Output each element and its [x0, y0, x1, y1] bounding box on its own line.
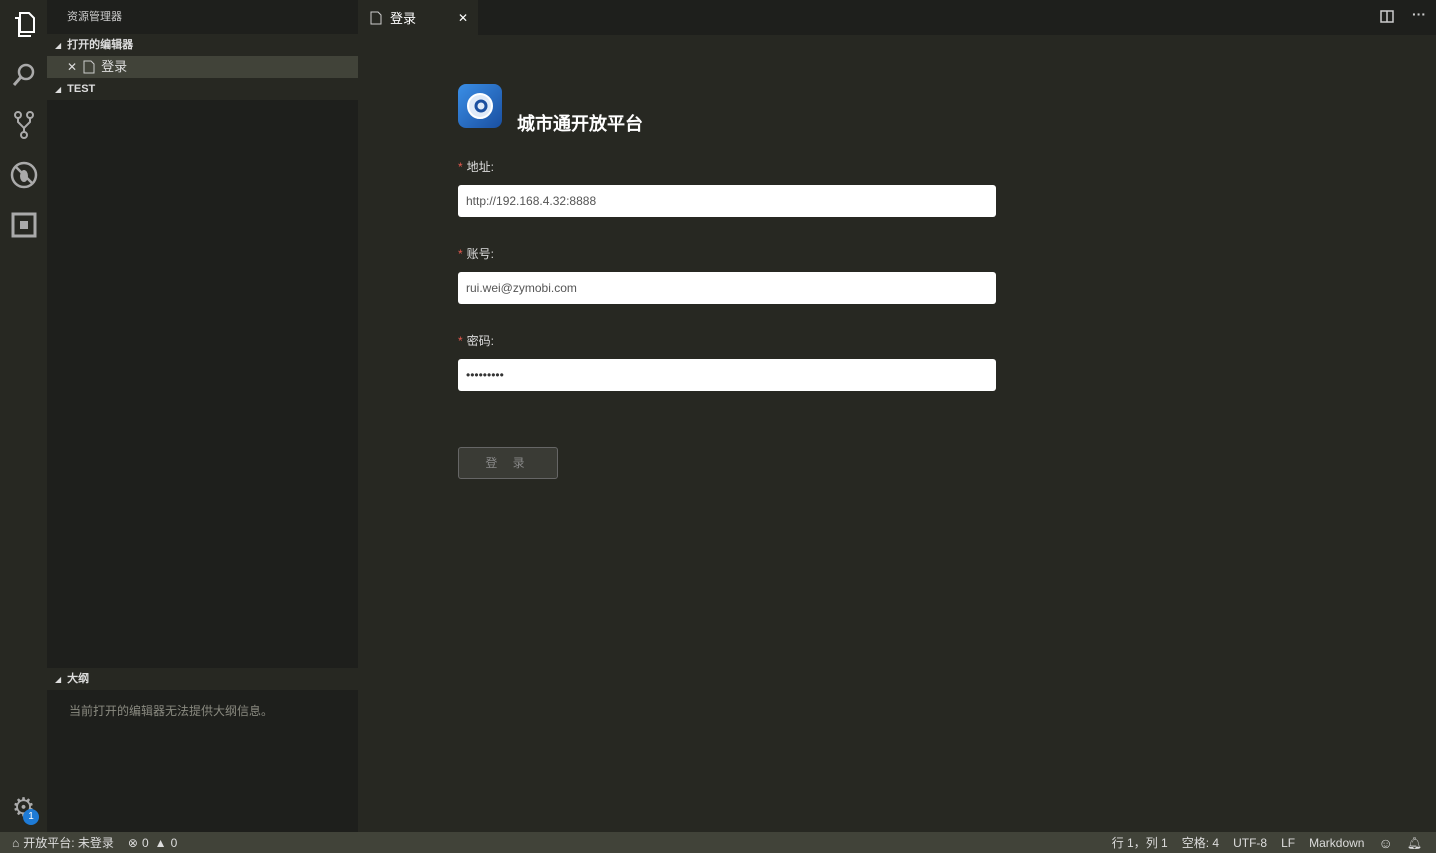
- password-label: 密码:: [466, 334, 495, 348]
- language-mode[interactable]: Markdown: [1309, 836, 1364, 850]
- outline-message: 当前打开的编辑器无法提供大纲信息。: [69, 704, 274, 718]
- account-label: 账号:: [466, 247, 495, 261]
- login-button[interactable]: 登 录: [458, 447, 558, 479]
- debug-icon[interactable]: [0, 150, 47, 200]
- status-bar: ⌂ 开放平台: 未登录 ⊗ 0 ▲ 0 行 1，列 1 空格: 4 UTF-8 LF…: [0, 832, 1436, 853]
- open-editors-section[interactable]: ◢ 打开的编辑器: [47, 34, 358, 56]
- open-editor-item[interactable]: ✕ 登录: [47, 56, 358, 78]
- cursor-position[interactable]: 行 1，列 1: [1112, 834, 1168, 851]
- section-label: TEST: [67, 83, 96, 95]
- more-actions-icon[interactable]: ···: [1412, 6, 1426, 22]
- eol[interactable]: LF: [1281, 836, 1295, 850]
- collapse-icon: ◢: [55, 41, 62, 50]
- file-icon: [370, 11, 382, 24]
- login-form: 城市通开放平台 * 地址: http://192.168.4.32:8888 * 账…: [458, 84, 996, 391]
- home-icon: ⌂: [12, 835, 20, 850]
- folder-section[interactable]: ◢ TEST: [47, 78, 358, 100]
- tab-label: 登录: [390, 11, 417, 26]
- file-label: 登录: [101, 59, 128, 74]
- warning-icon[interactable]: ▲: [155, 836, 167, 850]
- search-icon[interactable]: [0, 50, 47, 100]
- split-editor-icon[interactable]: [1380, 10, 1394, 28]
- close-icon[interactable]: ✕: [67, 56, 77, 78]
- settings-icon[interactable]: ⚙ 1: [0, 782, 47, 832]
- app-logo: [458, 84, 502, 128]
- explorer-icon[interactable]: [0, 0, 47, 50]
- page-title: 城市通开放平台: [517, 114, 643, 134]
- error-count[interactable]: 0: [142, 836, 149, 850]
- tab-bar: 登录 ✕ ···: [358, 0, 1436, 35]
- activity-bar: ⚙ 1: [0, 0, 47, 832]
- close-icon[interactable]: ✕: [458, 11, 468, 25]
- settings-badge: 1: [23, 809, 39, 825]
- collapse-icon: ◢: [55, 675, 62, 684]
- platform-status[interactable]: 开放平台: 未登录: [23, 834, 114, 851]
- file-icon: [83, 60, 95, 74]
- editor-area: 城市通开放平台 * 地址: http://192.168.4.32:8888 * 账…: [358, 35, 1436, 832]
- address-input[interactable]: http://192.168.4.32:8888: [458, 185, 996, 217]
- encoding[interactable]: UTF-8: [1233, 836, 1267, 850]
- section-label: 大纲: [67, 673, 90, 685]
- sidebar-title: 资源管理器: [67, 11, 122, 23]
- password-input[interactable]: •••••••••: [458, 359, 996, 391]
- source-control-icon[interactable]: [0, 100, 47, 150]
- tab-login[interactable]: 登录 ✕: [358, 0, 478, 35]
- warning-count[interactable]: 0: [171, 836, 178, 850]
- address-label: 地址:: [466, 160, 495, 174]
- feedback-icon[interactable]: ☺: [1378, 835, 1392, 851]
- section-label: 打开的编辑器: [67, 39, 134, 51]
- indentation[interactable]: 空格: 4: [1182, 834, 1219, 851]
- collapse-icon: ◢: [55, 85, 62, 94]
- account-input[interactable]: rui.wei@zymobi.com: [458, 272, 996, 304]
- outline-section[interactable]: ◢ 大纲: [47, 668, 358, 690]
- extensions-icon[interactable]: [0, 200, 47, 250]
- error-icon[interactable]: ⊗: [128, 836, 138, 850]
- notification-bell-icon[interactable]: 🔔︎: [1407, 836, 1422, 850]
- explorer-sidebar: 资源管理器 ◢ 打开的编辑器 ✕ 登录 ◢ TEST ◢ 大纲 当前打开的编辑器无法提供…: [47, 0, 358, 832]
